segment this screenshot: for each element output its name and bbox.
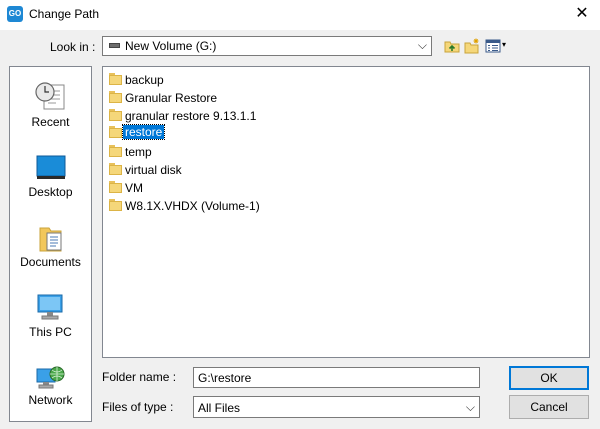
look-in-dropdown[interactable]: New Volume (G:) ⌵: [102, 36, 432, 56]
files-of-type-label: Files of type :: [102, 400, 174, 414]
sidebar-item-label: Recent: [31, 115, 70, 129]
list-item[interactable]: W8.1X.VHDX (Volume-1): [107, 197, 407, 214]
list-item-name: W8.1X.VHDX (Volume-1): [125, 199, 260, 213]
view-menu-icon[interactable]: [485, 38, 501, 54]
sidebar-item-label: Network: [28, 393, 73, 407]
title-bar: GO Change Path ✕: [0, 0, 600, 30]
list-item[interactable]: virtual disk: [107, 161, 407, 178]
create-new-folder-icon[interactable]: [464, 38, 480, 54]
folder-icon: [109, 73, 122, 85]
list-item-selected[interactable]: restore: [107, 124, 407, 141]
folder-name-input[interactable]: [193, 367, 480, 388]
list-item-name: VM: [125, 181, 143, 195]
file-list[interactable]: backup Granular Restore granular restore…: [102, 66, 590, 358]
list-item[interactable]: Granular Restore: [107, 89, 407, 106]
places-sidebar: Recent Desktop Documents This PC Network: [9, 66, 92, 422]
window-title: Change Path: [29, 7, 100, 21]
sidebar-item-desktop[interactable]: Desktop: [10, 155, 91, 201]
drive-icon: [109, 43, 120, 48]
sidebar-item-network[interactable]: Network: [10, 363, 91, 409]
look-in-label: Look in :: [50, 40, 96, 54]
list-item-name: virtual disk: [125, 163, 182, 177]
folder-icon: [109, 163, 122, 175]
chevron-down-icon[interactable]: ⌵: [418, 38, 427, 53]
views-dropdown-arrow[interactable]: ▾: [502, 40, 506, 49]
this-pc-icon: [37, 294, 63, 320]
ok-button[interactable]: OK: [509, 366, 589, 390]
folder-icon: [109, 181, 122, 193]
files-of-type-value: All Files: [198, 401, 241, 415]
folder-icon: [109, 109, 122, 121]
sidebar-item-label: Documents: [20, 255, 81, 269]
list-item[interactable]: granular restore 9.13.1.1: [107, 107, 407, 124]
list-item[interactable]: temp: [107, 143, 407, 160]
desktop-icon: [36, 155, 66, 179]
app-icon: GO: [7, 6, 23, 22]
close-button[interactable]: ✕: [568, 2, 596, 26]
sidebar-item-label: Desktop: [28, 185, 73, 199]
list-item-name: temp: [125, 145, 152, 159]
list-item[interactable]: backup: [107, 71, 407, 88]
look-in-value: New Volume (G:): [125, 39, 217, 53]
list-item[interactable]: VM: [107, 179, 407, 196]
list-item-name: restore: [121, 124, 166, 140]
sidebar-item-this-pc[interactable]: This PC: [10, 293, 91, 341]
cancel-button[interactable]: Cancel: [509, 395, 589, 419]
chevron-down-icon[interactable]: ⌵: [466, 400, 475, 415]
up-one-level-icon[interactable]: [444, 38, 460, 54]
folder-icon: [109, 126, 122, 138]
list-item-name: Granular Restore: [125, 91, 218, 105]
folder-icon: [109, 91, 122, 103]
list-item-name: backup: [125, 73, 164, 87]
files-of-type-dropdown[interactable]: All Files ⌵: [193, 396, 480, 418]
documents-icon: [39, 227, 62, 252]
sidebar-item-recent[interactable]: Recent: [10, 81, 91, 131]
recent-icon: [35, 82, 65, 110]
sidebar-item-documents[interactable]: Documents: [10, 225, 91, 271]
network-icon: [36, 366, 65, 389]
folder-name-label: Folder name :: [102, 370, 177, 384]
folder-icon: [109, 199, 122, 211]
sidebar-item-label: This PC: [29, 325, 72, 339]
list-item-name: granular restore 9.13.1.1: [125, 109, 257, 123]
folder-icon: [109, 145, 122, 157]
